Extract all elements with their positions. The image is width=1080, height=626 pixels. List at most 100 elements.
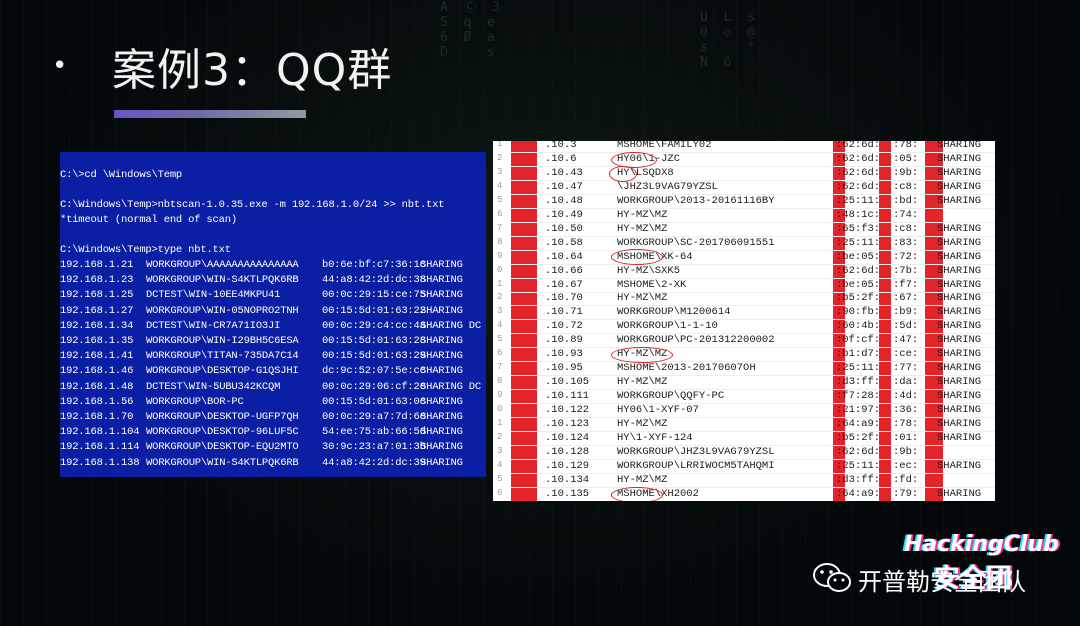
- row-number: 9: [497, 390, 503, 401]
- sheet-mac-part: :47:: [893, 334, 919, 347]
- sheet-mac: :62:6d:: [836, 141, 881, 151]
- sheet-mac-part: :74:: [893, 208, 919, 221]
- sheet-mac-part: :4d:: [893, 390, 919, 403]
- sheet-mac: :62:6d:: [836, 445, 881, 458]
- sheet-mac: :f7:28:: [836, 390, 881, 403]
- terminal-hostname: WORKGROUP\DESKTOP-96LUF5C: [146, 426, 299, 439]
- terminal-mac: 00:15:5d:01:63:22: [322, 304, 426, 317]
- sheet-mac: :62:6d:: [836, 264, 881, 277]
- row-gridline: [511, 165, 995, 167]
- sheet-status: SHARING: [937, 236, 982, 249]
- sheet-mac-part: :78:: [893, 141, 919, 151]
- terminal-hostname: WORKGROUP\BOR-PC: [146, 395, 244, 408]
- terminal-hostname: WORKGROUP\WIN-S4KTLPQK6RB: [146, 456, 299, 469]
- sheet-status: SHARING: [937, 250, 982, 263]
- row-number: 5: [497, 473, 503, 484]
- sheet-ip: .10.6: [545, 152, 577, 165]
- sheet-hostname: WORKGROUP\LRRIWOCM5TAHQMI: [617, 459, 775, 472]
- sheet-hostname: HY-MZ\SXK5: [617, 264, 681, 277]
- title-bullet: •: [52, 51, 68, 81]
- sheet-hostname: HY-MZ\MZ: [617, 292, 668, 305]
- sheet-status: SHARING: [937, 348, 982, 361]
- terminal-mac: 44:a8:42:2d:dc:39: [322, 456, 426, 469]
- terminal-ip: 192.168.1.25: [60, 289, 134, 302]
- terminal-status: SHARING: [420, 411, 463, 423]
- sheet-mac: :65:f3:: [836, 222, 881, 235]
- sheet-status: SHARING: [937, 404, 982, 417]
- row-number: 2: [497, 431, 503, 442]
- sheet-status: SHARING: [937, 292, 982, 305]
- row-number: 7: [497, 362, 503, 373]
- sheet-mac: :0f:cf:: [836, 334, 881, 347]
- sheet-ip: .10.124: [545, 431, 590, 444]
- sheet-status: SHARING: [937, 278, 982, 291]
- annotation-circle: [611, 347, 673, 363]
- sheet-hostname: HY-MZ\MZ: [617, 376, 668, 389]
- sheet-mac-part: :36:: [893, 404, 919, 417]
- sheet-hostname: WORKGROUP\M1200614: [617, 306, 731, 319]
- slide-title-row: • 案例3：QQ群: [52, 36, 392, 96]
- sheet-hostname: HY-MZ\MZ: [617, 418, 668, 430]
- sheet-mac: :b5:2f:: [836, 292, 881, 305]
- terminal-hostname: WORKGROUP\DESKTOP-UGFP7QH: [146, 411, 299, 423]
- sheet-hostname: WORKGROUP\SC-201706091551: [617, 236, 775, 249]
- row-number: 5: [497, 334, 503, 345]
- sheet-ip: .10.71: [545, 306, 583, 319]
- sheet-mac-part: :c8:: [893, 180, 919, 193]
- row-gridline: [511, 179, 995, 181]
- sheet-mac-part: :7b:: [893, 264, 919, 277]
- row-number: 4: [497, 459, 503, 470]
- terminal-ip: 192.168.1.41: [60, 350, 134, 363]
- sheet-status: SHARING: [937, 431, 982, 444]
- sheet-mac-part: :9b:: [893, 445, 919, 458]
- sheet-status: SHARING: [937, 264, 982, 277]
- sheet-mac-part: :67:: [893, 292, 919, 305]
- sheet-ip: .10.47: [545, 180, 583, 193]
- terminal-status: SHARING: [420, 304, 463, 317]
- sheet-hostname: HY-MZ\MZ: [617, 473, 668, 486]
- terminal-hostname: WORKGROUP\WIN-I29BH5C6ESA: [146, 335, 299, 347]
- terminal-hostname: WORKGROUP\DESKTOP-G1QSJHI: [146, 365, 299, 378]
- sheet-hostname: WORKGROUP\1-1-10: [617, 320, 718, 333]
- sheet-status: SHARING: [937, 459, 982, 472]
- terminal-hostname: WORKGROUP\TITAN-735DA7C14: [146, 350, 299, 363]
- sheet-mac: :48:1c:: [836, 208, 881, 221]
- terminal-status: SHARING: [420, 365, 463, 378]
- row-gridline: [511, 319, 995, 321]
- row-gridline: [511, 347, 995, 349]
- sheet-status: SHARING: [937, 320, 982, 333]
- sheet-ip: .10.50: [545, 222, 583, 235]
- sheet-mac: :25:11:: [836, 459, 881, 472]
- row-number: 8: [497, 376, 503, 387]
- row-number: 5: [497, 194, 503, 205]
- terminal-line: C:\Windows\Temp>type nbt.txt: [60, 244, 231, 256]
- sheet-mac: :64:a9:: [836, 487, 881, 500]
- terminal-hostname: WORKGROUP\WIN-05NOPRO2TNH: [146, 304, 299, 317]
- sheet-ip: .10.64: [545, 250, 583, 263]
- row-gridline: [511, 277, 995, 279]
- sheet-status: SHARING: [937, 376, 982, 389]
- terminal-hostname: WORKGROUP\AAAAAAAAAAAAAAA: [146, 259, 299, 271]
- sheet-ip: .10.70: [545, 292, 583, 305]
- sheet-mac-part: :b9:: [893, 306, 919, 319]
- sheet-mac-part: :83:: [893, 236, 919, 249]
- sheet-hostname: HY\1-XYF-124: [617, 431, 693, 444]
- terminal-status: SHARING: [420, 441, 463, 454]
- row-number: 1: [497, 418, 503, 428]
- sheet-mac: :62:6d:: [836, 166, 881, 179]
- sheet-ip: .10.122: [545, 404, 590, 417]
- terminal-status: SHARING: [420, 274, 463, 287]
- sheet-mac: :21:97:: [836, 404, 881, 417]
- terminal-ip: 192.168.1.138: [60, 456, 140, 469]
- annotation-circle: [609, 166, 637, 182]
- terminal-line: C:\Windows\Temp>nbtscan-1.0.35.exe -m 19…: [60, 199, 445, 211]
- terminal-hostname: DCTEST\WIN-CR7A71IO3JI: [146, 319, 281, 332]
- row-number: 8: [497, 236, 503, 247]
- terminal-ip: 192.168.1.35: [60, 335, 134, 347]
- sheet-ip: .10.93: [545, 348, 583, 361]
- sheet-status: SHARING: [937, 180, 982, 193]
- sheet-ip: .10.105: [545, 376, 590, 389]
- terminal-status: SHARING: [420, 395, 463, 408]
- terminal-status: SHARING: [420, 335, 463, 347]
- sheet-hostname: WORKGROUP\2013-20161116BY: [617, 194, 775, 207]
